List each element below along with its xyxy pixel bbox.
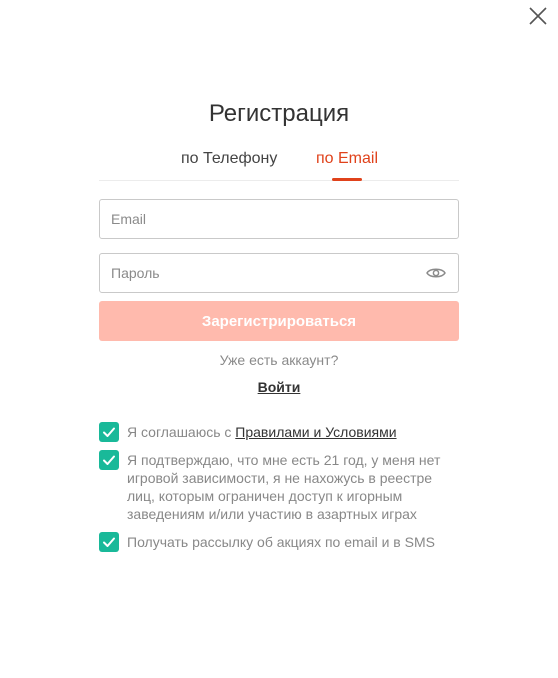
tab-email[interactable]: по Email xyxy=(316,150,378,168)
age-confirm-checkbox[interactable] xyxy=(99,450,119,470)
terms-link[interactable]: Правилами и Условиями xyxy=(235,424,396,440)
password-field xyxy=(99,253,459,293)
newsletter-checkbox[interactable] xyxy=(99,532,119,552)
close-icon[interactable] xyxy=(528,6,548,26)
terms-text: Я соглашаюсь с Правилами и Условиями xyxy=(127,423,459,441)
checkmark-icon xyxy=(103,537,115,547)
checkmark-icon xyxy=(103,455,115,465)
newsletter-text: Получать рассылку об акциях по email и в… xyxy=(127,534,435,550)
active-tab-indicator xyxy=(332,178,362,181)
tab-phone[interactable]: по Телефону xyxy=(181,150,277,168)
modal-title: Регистрация xyxy=(208,100,350,127)
email-field xyxy=(99,199,459,239)
age-confirm-text: Я подтверждаю, что мне есть 21 год, у ме… xyxy=(127,452,441,522)
eye-icon[interactable] xyxy=(426,266,446,280)
login-link-container: Войти xyxy=(0,379,558,397)
registration-tabs: по Телефону по Email xyxy=(99,150,459,181)
terms-checkbox[interactable] xyxy=(99,422,119,442)
password-input[interactable] xyxy=(100,254,411,292)
login-link[interactable]: Войти xyxy=(258,379,301,395)
register-button[interactable]: Зарегистрироваться xyxy=(99,301,459,341)
have-account-text: Уже есть аккаунт? xyxy=(219,352,339,368)
email-input[interactable] xyxy=(100,200,411,238)
terms-prefix: Я соглашаюсь с xyxy=(127,424,236,440)
checkmark-icon xyxy=(103,427,115,437)
